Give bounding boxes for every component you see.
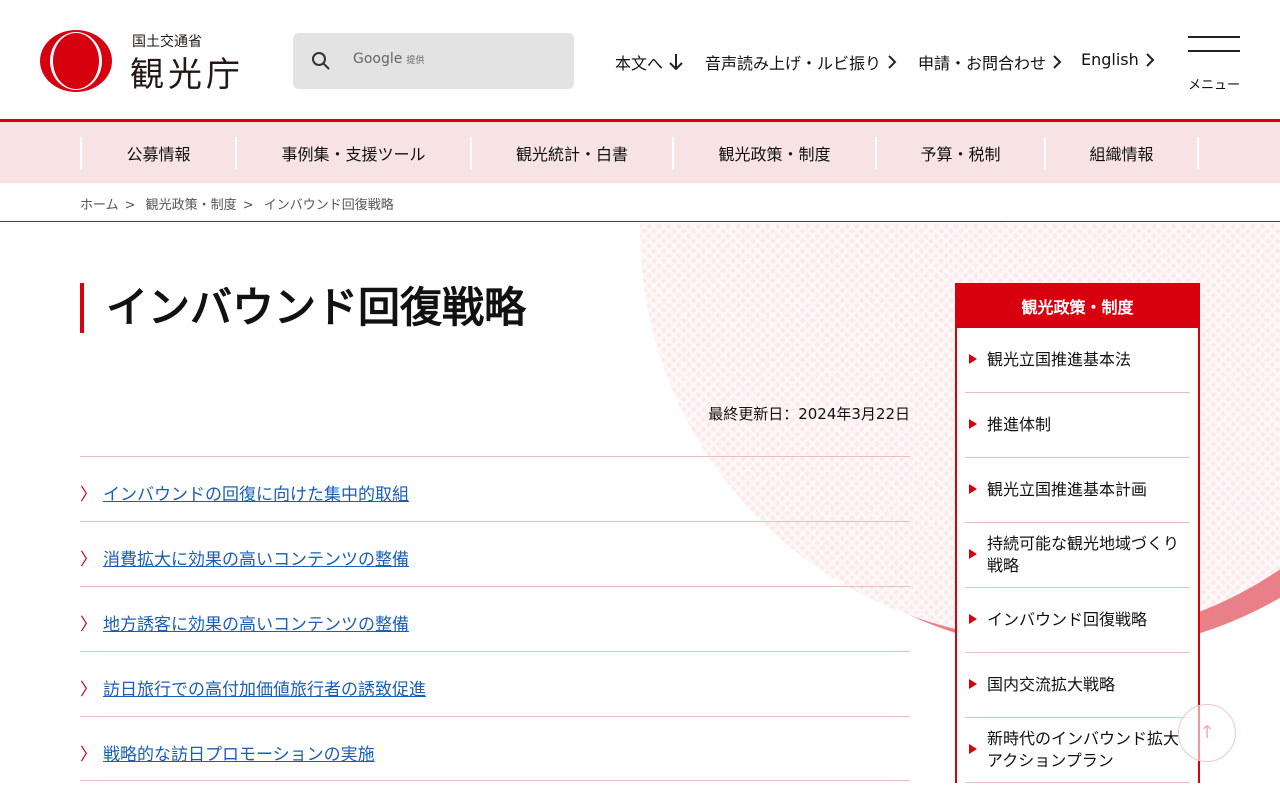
read-aloud-link[interactable]: 音声読み上げ・ルビ振り	[705, 50, 897, 74]
sidebar-nav: 観光政策・制度 観光立国推進基本法 推進体制 観光立国推進基本計画 持続可能な観…	[955, 283, 1200, 783]
global-nav: 公募情報 事例集・支援ツール 観光統計・白書 観光政策・制度 予算・税制 組織情…	[0, 122, 1280, 183]
nav-item-koubo[interactable]: 公募情報	[80, 137, 235, 169]
sidebar-item[interactable]: 持続可能な観光地域づくり戦略	[965, 523, 1190, 588]
search-placeholder: Google 提供	[353, 51, 425, 67]
contact-link[interactable]: 申請・お問合わせ	[918, 50, 1062, 74]
breadcrumb-current: インバウンド回復戦略	[263, 198, 394, 213]
chevron-right-icon	[1146, 52, 1155, 67]
sidebar-item[interactable]: 推進体制	[965, 393, 1190, 458]
breadcrumb-home[interactable]: ホーム	[80, 198, 119, 213]
jta-logo[interactable]	[40, 30, 112, 92]
anchor-link[interactable]: 〉地方誘客に効果の高いコンテンツの整備	[80, 586, 910, 651]
arrow-up-icon: ↑	[1199, 722, 1215, 743]
back-to-top-button[interactable]: ↑	[1178, 704, 1236, 762]
nav-item-jireishu[interactable]: 事例集・支援ツール	[235, 137, 470, 169]
breadcrumb-seisaku[interactable]: 観光政策・制度	[146, 198, 237, 213]
main-content: インバウンド回復戦略 最終更新日：2024年3月22日 〉インバウンドの回復に向…	[0, 223, 1280, 800]
chevron-right-icon: 〉	[80, 485, 97, 505]
chevron-right-icon: 〉	[80, 550, 97, 570]
chevron-right-icon	[1053, 55, 1062, 69]
menu-label: メニュー	[1188, 78, 1241, 93]
breadcrumb-sep: >	[242, 198, 254, 213]
last-updated: 最終更新日：2024年3月22日	[708, 405, 910, 423]
search-input[interactable]: Google 提供	[293, 33, 574, 89]
hamburger-icon	[1188, 36, 1240, 38]
anchor-link[interactable]: 〉インバウンドの回復に向けた集中的取組	[80, 456, 910, 521]
nav-item-seisaku[interactable]: 観光政策・制度	[672, 137, 875, 169]
arrow-down-icon	[669, 54, 683, 71]
chevron-right-icon	[888, 55, 897, 69]
english-link[interactable]: English	[1081, 50, 1155, 69]
nav-item-yosan[interactable]: 予算・税制	[875, 137, 1044, 169]
breadcrumb-sep: >	[124, 198, 136, 213]
sidebar-item[interactable]: 国内交流拡大戦略	[965, 653, 1190, 718]
site-header: 国土交通省 観光庁 Google 提供 本文へ 音声読み上げ・ルビ振り 申請・お問…	[0, 0, 1280, 122]
logo-agency[interactable]: 観光庁	[130, 47, 244, 96]
nav-item-toukei[interactable]: 観光統計・白書	[470, 137, 672, 169]
menu-button[interactable]: メニュー	[1188, 36, 1240, 93]
sidebar-item[interactable]: 観光立国推進基本計画	[965, 458, 1190, 523]
chevron-right-icon: 〉	[80, 745, 97, 765]
anchor-link[interactable]: 〉訪日旅行での高付加価値旅行者の誘致促進	[80, 651, 910, 716]
sidebar-item[interactable]: 観光立国推進基本法	[965, 328, 1190, 393]
sidebar-title[interactable]: 観光政策・制度	[957, 285, 1198, 328]
anchor-link[interactable]: 〉消費拡大に効果の高いコンテンツの整備	[80, 521, 910, 586]
skip-to-content-link[interactable]: 本文へ	[615, 50, 683, 74]
anchor-link[interactable]: 〉戦略的な訪日プロモーションの実施	[80, 716, 910, 781]
search-icon	[312, 52, 330, 70]
anchor-links: 〉インバウンドの回復に向けた集中的取組 〉消費拡大に効果の高いコンテンツの整備 …	[80, 456, 910, 781]
chevron-right-icon: 〉	[80, 615, 97, 635]
page-title: インバウンド回復戦略	[80, 283, 526, 333]
sidebar-item[interactable]: インバウンド回復戦略	[965, 588, 1190, 653]
sidebar-item[interactable]: 新時代のインバウンド拡大アクションプラン	[965, 718, 1190, 783]
chevron-right-icon: 〉	[80, 680, 97, 700]
nav-item-soshiki[interactable]: 組織情報	[1044, 137, 1199, 169]
breadcrumb: ホーム > 観光政策・制度 > インバウンド回復戦略	[0, 183, 1280, 222]
